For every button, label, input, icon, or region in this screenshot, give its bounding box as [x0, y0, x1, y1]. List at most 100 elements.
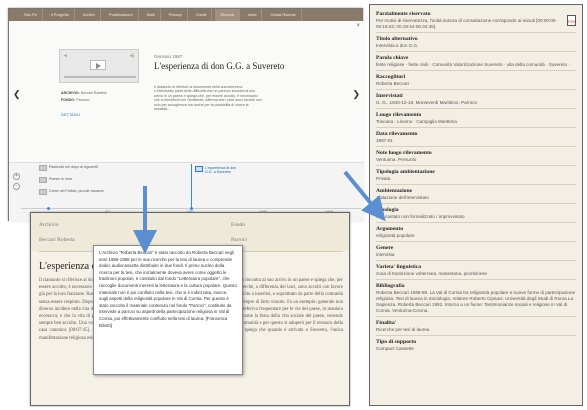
metadata-field-value: G. G., 1940-12-19, Monteverdi Marittimo,…: [376, 100, 478, 105]
metadata-field-label: Bibliografia: [376, 283, 405, 289]
record-title: L'esperienza di don G.G. a Suvereto: [154, 61, 285, 71]
metadata-field-label: Finalita': [376, 320, 397, 326]
metadata-field: Tipologia ambientazione Privata: [376, 165, 576, 184]
nav-tab[interactable]: Privacy: [164, 9, 188, 21]
metadata-field-value: Roberta Beccari: [376, 81, 409, 86]
metadata-field-value: feste religiose · feste civili · Comunit…: [376, 62, 570, 67]
archive-label: Archivio: [39, 222, 59, 228]
thumbnail-icon: [195, 166, 203, 172]
fondo-label: Fondo: [231, 222, 246, 228]
timeline-item-label: Poesie in rima: [49, 177, 72, 181]
metadata-field: Ambientazione Abitazione dell'intervistat…: [376, 184, 576, 203]
metadata-field: Finalita' Ricerche per tesi di laurea: [376, 316, 576, 335]
nav-tab[interactable]: Guida Risorse: [265, 9, 302, 21]
close-icon[interactable]: ×: [356, 23, 360, 29]
metadata-field-label: Parola chiave: [376, 55, 409, 61]
metadata-field-label: Titolo alternativo: [376, 36, 418, 42]
metadata-panel: PDF Parzialmente riservato Per motivi di …: [369, 4, 583, 406]
metadata-field-value: Venturina. Presunto: [376, 157, 417, 162]
timeline-item-selected[interactable]: L'esperienza di don G.G. a Suvereto: [195, 166, 239, 174]
timeline-item[interactable]: Poesie in rima: [39, 177, 72, 183]
thumbnail-icon: [39, 177, 47, 183]
metadata-field-value: 1987-01: [376, 138, 393, 143]
metadata-field: Titolo alternativo Intervista a don G.G.: [376, 32, 576, 51]
metadata-field: Note luogo rilevamento Venturina. Presunt…: [376, 146, 576, 165]
metadata-field: Bibliografia Roberta Beccari 1988-89. La …: [376, 279, 576, 316]
metadata-field: Parola chiave feste religiose · feste civ…: [376, 51, 576, 70]
fondo-row: FONDO: Parrocci: [61, 98, 143, 102]
timeline-current-marker: [191, 164, 192, 208]
metadata-field-label: Tipologia: [376, 207, 399, 213]
timeline-item[interactable]: Pasticcini nel dopo di Uguerelli: [39, 165, 98, 171]
main-window: Sito Fb Il Progetto Archivi Pubblicazioni St…: [8, 8, 364, 222]
metadata-field-value: Compact Cassette: [376, 346, 414, 351]
nav-tab[interactable]: Il Progetto: [46, 9, 75, 21]
metadata-field: Tipo di supporto Compact Cassette: [376, 335, 576, 354]
previous-arrow-icon[interactable]: ❮: [13, 89, 21, 100]
metadata-field: Tipologia non cantato non formalizzato / …: [376, 203, 576, 222]
fondo-value: Parroci: [231, 237, 247, 243]
archive-label: ARCHIVIO:: [61, 91, 80, 95]
nav-tab[interactable]: Ricerca: [215, 9, 241, 21]
metadata-field-value: Ricerche per tesi di laurea: [376, 327, 430, 332]
metadata-field-value: Abitazione dell'intervistato: [376, 195, 429, 200]
metadata-field-label: Tipologia ambientazione: [376, 169, 435, 175]
nav-tab[interactable]: Credit: [191, 9, 213, 21]
thumbnail-icon: [39, 165, 47, 171]
progress-bar[interactable]: [64, 76, 136, 78]
metadata-field-value: Per motivi di riservatezza, l'unità sono…: [376, 18, 557, 29]
record-summary: Il riassunto si riferisce al documento n…: [154, 85, 262, 112]
next-arrow-icon[interactable]: ❯: [352, 89, 360, 100]
audio-player[interactable]: ◂ ◂): [59, 49, 139, 83]
details-link[interactable]: DETTAGLI: [61, 112, 80, 117]
metadata-field: Data rilevamento 1987-01: [376, 127, 576, 146]
metadata-field-value: Roberta Beccari 1988-89. La Val di Corni…: [376, 290, 576, 313]
archive-value: Beccari Roberta: [39, 237, 75, 243]
archive-row: ARCHIVIO: Beccari Roberta: [61, 91, 143, 95]
play-button[interactable]: [90, 60, 106, 70]
zoom-in-icon[interactable]: +: [13, 173, 20, 180]
nav-tab[interactable]: Sito Fb: [19, 9, 43, 21]
fondo-label: FONDO:: [61, 98, 76, 102]
nav-tab[interactable]: Area: [243, 9, 263, 21]
metadata-field: Argomento religiosità popolare: [376, 222, 576, 241]
metadata-field-value: intervista: [376, 252, 395, 257]
metadata-field-value: non cantato non formalizzato / improvvis…: [376, 214, 465, 219]
nav-tab[interactable]: Staff: [142, 9, 161, 21]
metadata-field: Raccoglitori Roberta Beccari: [376, 70, 576, 89]
metadata-field: Parzialmente riservato Per motivi di rise…: [376, 5, 576, 32]
fondo-value: Parrocci: [76, 98, 90, 102]
top-nav-bar: Sito Fb Il Progetto Archivi Pubblicazioni St…: [9, 9, 362, 21]
metadata-field-label: Genere: [376, 245, 394, 251]
metadata-field-label: Tipo di supporto: [376, 339, 417, 345]
metadata-field-list: Parzialmente riservato Per motivi di rise…: [370, 5, 582, 354]
metadata-field-value: religiosità popolare: [376, 233, 415, 238]
thumbnail-icon: [39, 189, 47, 195]
metadata-field: Varieta' linguistica zona di transizione …: [376, 260, 576, 279]
timeline-item-label: Come nel Fridolo, piccole vacanze: [49, 189, 104, 193]
zoom-out-icon[interactable]: −: [13, 183, 20, 190]
timeline-dot: [47, 207, 50, 210]
metadata-field: Genere intervista: [376, 241, 576, 260]
player-meta: ARCHIVIO: Beccari Roberta FONDO: Parrocc…: [61, 91, 143, 105]
metadata-field-label: Data rilevamento: [376, 131, 418, 137]
volume-high-icon[interactable]: ◂): [130, 53, 134, 59]
metadata-field-label: Intervistati: [376, 93, 403, 99]
record-date: Gennaio 1987: [154, 54, 183, 59]
nav-tab[interactable]: Pubblicazioni: [104, 9, 139, 21]
pdf-icon[interactable]: PDF: [567, 15, 576, 26]
timeline-item[interactable]: Come nel Fridolo, piccole vacanze: [39, 189, 104, 195]
archive-tooltip: L'Archivio "Roberta Beccari" è stato rac…: [93, 245, 243, 375]
metadata-field-value: Toscana · Livorno · Campiglia Marittima: [376, 119, 457, 124]
metadata-field-label: Ambientazione: [376, 188, 413, 194]
timeline-item-label: Pasticcini nel dopo di Uguerelli: [49, 165, 98, 169]
nav-tab[interactable]: Archivi: [78, 9, 101, 21]
metadata-field-value: Privata: [376, 176, 391, 181]
record-viewer: × ❮ ❯ ◂ ◂) ARCHIVIO: Beccari Roberta FON…: [9, 21, 364, 162]
volume-icon[interactable]: ◂: [64, 53, 67, 59]
metadata-field-label: Luogo rilevamento: [376, 112, 422, 118]
metadata-field-value: Intervista a don G.G.: [376, 43, 419, 48]
metadata-field-label: Parzialmente riservato: [376, 11, 431, 17]
metadata-field: Intervistati G. G., 1940-12-19, Monteverd…: [376, 89, 576, 108]
metadata-field-label: Note luogo rilevamento: [376, 150, 432, 156]
